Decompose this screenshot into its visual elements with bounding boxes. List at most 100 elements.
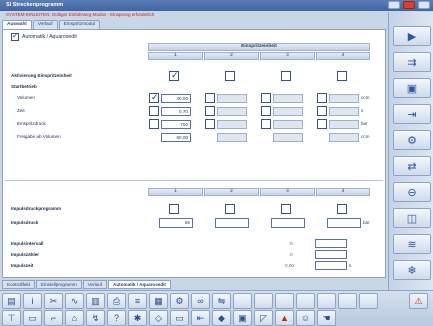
zeit-input-2[interactable] xyxy=(217,107,247,116)
automatik-checkbox[interactable] xyxy=(11,31,19,41)
screw-icon[interactable]: ⇉ xyxy=(393,52,431,72)
freigabe-input-3[interactable] xyxy=(273,133,303,142)
chart-icon[interactable]: ∿ xyxy=(65,293,84,309)
volumen-checkbox-4[interactable] xyxy=(317,93,327,103)
volumen-checkbox-1[interactable] xyxy=(149,92,159,103)
lock-icon[interactable]: ⌂ xyxy=(65,310,84,326)
impuls-checkbox-1[interactable] xyxy=(169,204,179,214)
impulszaehler-field[interactable] xyxy=(315,250,347,259)
impuls-checkbox-3[interactable] xyxy=(281,204,291,214)
mold-open-icon[interactable]: ◫ xyxy=(393,208,431,228)
injection-icon[interactable]: ⇥ xyxy=(393,104,431,124)
zeit-checkbox-2[interactable] xyxy=(205,106,215,116)
rectangle-icon[interactable]: ▭ xyxy=(170,310,189,326)
druck-checkbox-2[interactable] xyxy=(205,119,215,129)
tab-verlauf[interactable]: Verlauf xyxy=(32,20,58,29)
zeit-checkbox-3[interactable] xyxy=(261,106,271,116)
freigabe-input-2[interactable] xyxy=(217,133,247,142)
robot-icon[interactable]: ⚙ xyxy=(393,130,431,150)
monitor-icon[interactable]: ▭ xyxy=(23,310,42,326)
druck-input-1[interactable]: 700 xyxy=(161,120,191,129)
mold-icon[interactable]: ▣ xyxy=(393,78,431,98)
info-icon[interactable]: i xyxy=(23,293,42,309)
bottom-tab-kontrollfeld[interactable]: Kontrollfeld xyxy=(2,280,35,289)
tools-icon[interactable]: ✂ xyxy=(44,293,63,309)
druck-checkbox-4[interactable] xyxy=(317,119,327,129)
activation-checkbox-3[interactable] xyxy=(281,71,291,81)
freigabe-input-4[interactable] xyxy=(329,133,359,142)
bottom-tab-einstellprogramm[interactable]: Einstellprogramm xyxy=(35,280,82,289)
network-icon[interactable]: ⇋ xyxy=(212,293,231,309)
shape-icon[interactable]: ◸ xyxy=(254,310,273,326)
alert-icon[interactable]: ▲ xyxy=(275,310,294,326)
blank-button-5[interactable] xyxy=(317,293,336,309)
volumen-input-2[interactable] xyxy=(217,94,247,103)
minimize-icon[interactable] xyxy=(388,1,400,9)
star-icon[interactable]: ✱ xyxy=(128,310,147,326)
druck-checkbox-3[interactable] xyxy=(261,119,271,129)
impuls-checkbox-4[interactable] xyxy=(337,204,347,214)
cooling-icon[interactable]: ❄ xyxy=(393,260,431,280)
bottom-tab-automatik[interactable]: Automatik / Aquarosedit xyxy=(108,280,171,289)
tab-einspritzmodul[interactable]: Einspritzmodul xyxy=(58,20,101,29)
move-icon[interactable]: ⇤ xyxy=(191,310,210,326)
blank-button-4[interactable] xyxy=(296,293,315,309)
impulsdruck-input-4[interactable] xyxy=(327,218,361,228)
druck-input-3[interactable] xyxy=(273,120,303,129)
zeit-checkbox-1[interactable] xyxy=(149,106,159,116)
dosing-icon[interactable]: ⇄ xyxy=(393,156,431,176)
machine-icon[interactable]: ▤ xyxy=(2,293,21,309)
zeit-input-1[interactable]: 0,70 xyxy=(161,107,191,116)
blank-button-6[interactable] xyxy=(338,293,357,309)
grid-icon[interactable]: ▦ xyxy=(149,293,168,309)
pin-icon[interactable]: ◆ xyxy=(212,310,231,326)
blank-button-2[interactable] xyxy=(254,293,273,309)
save-icon[interactable]: ▣ xyxy=(233,310,252,326)
blank-button-3[interactable] xyxy=(275,293,294,309)
binoculars-icon[interactable]: ∞ xyxy=(191,293,210,309)
gear-icon[interactable]: ⚙ xyxy=(170,293,189,309)
activation-checkbox-4[interactable] xyxy=(337,71,347,81)
druck-input-4[interactable] xyxy=(329,120,359,129)
warning-icon[interactable]: ⚠ xyxy=(409,293,428,309)
impulsintervall-field[interactable] xyxy=(315,239,347,248)
diamond-icon[interactable]: ◇ xyxy=(149,310,168,326)
volumen-checkbox-3[interactable] xyxy=(261,93,271,103)
impuls-checkbox-2[interactable] xyxy=(225,204,235,214)
volumen-input-1[interactable]: 40,00 xyxy=(161,94,191,103)
person-icon[interactable]: ☺ xyxy=(296,310,315,326)
tab-auswahl[interactable]: Auswahl xyxy=(2,20,32,29)
ejector-icon[interactable]: ⊖ xyxy=(393,182,431,202)
mold-tool-icon[interactable]: ⊤ xyxy=(2,310,21,326)
druck-checkbox-1[interactable] xyxy=(149,119,159,129)
automatik-toggle[interactable]: Automatik / Aquarosedit xyxy=(11,31,77,41)
tool-icon[interactable]: ↯ xyxy=(86,310,105,326)
activation-checkbox-2[interactable] xyxy=(225,71,235,81)
alarm-icon[interactable] xyxy=(403,1,415,9)
activation-checkbox-1[interactable] xyxy=(169,70,179,81)
nozzle-icon[interactable]: ▶ xyxy=(393,26,431,46)
zeit-input-4[interactable] xyxy=(329,107,359,116)
impulsdruck-input-3[interactable] xyxy=(271,218,305,228)
zeit-input-3[interactable] xyxy=(273,107,303,116)
impulsdruck-input-2[interactable] xyxy=(215,218,249,228)
stats-icon[interactable]: ▥ xyxy=(86,293,105,309)
maximize-icon[interactable] xyxy=(418,1,430,9)
blank-button-7[interactable] xyxy=(359,293,378,309)
print-icon[interactable]: ⎙ xyxy=(107,293,126,309)
heat-icon[interactable]: ≋ xyxy=(393,234,431,254)
bottom-tab-verlauf[interactable]: Verlauf xyxy=(82,280,108,289)
zeit-checkbox-4[interactable] xyxy=(317,106,327,116)
volumen-input-3[interactable] xyxy=(273,94,303,103)
blank-button-1[interactable] xyxy=(233,293,252,309)
freigabe-input-1[interactable]: 60,00 xyxy=(161,133,191,142)
impulsdruck-input-1[interactable]: 65 xyxy=(159,218,193,228)
volumen-input-4[interactable] xyxy=(329,94,359,103)
signal-icon[interactable]: ≡ xyxy=(128,293,147,309)
impulszeit-field[interactable] xyxy=(315,261,347,270)
help-icon[interactable]: ? xyxy=(107,310,126,326)
druck-input-2[interactable] xyxy=(217,120,247,129)
hand-icon[interactable]: ☚ xyxy=(317,310,336,326)
graph-icon[interactable]: ⌐ xyxy=(44,310,63,326)
volumen-checkbox-2[interactable] xyxy=(205,93,215,103)
